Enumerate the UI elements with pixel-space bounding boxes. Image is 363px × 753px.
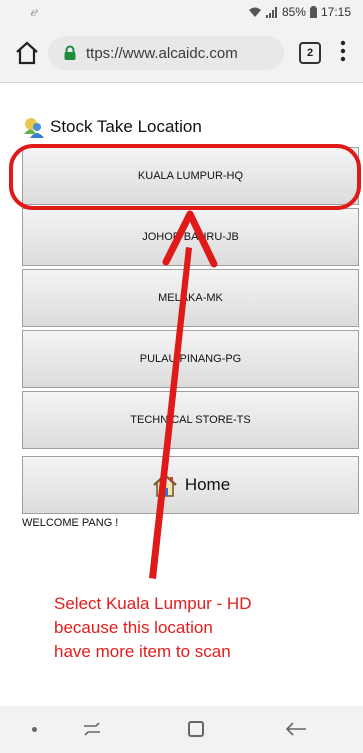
browser-toolbar: ttps://www.alcaidc.com 2 (0, 25, 363, 83)
status-notification-icon: ℯ (30, 5, 38, 19)
battery-percent: 85% (281, 5, 306, 19)
address-bar[interactable]: ttps://www.alcaidc.com (48, 36, 284, 70)
annotation-line: have more item to scan (54, 642, 231, 661)
annotation-note: Select Kuala Lumpur - HD because this lo… (54, 592, 324, 664)
page-title: Stock Take Location (22, 116, 202, 138)
users-icon (24, 118, 44, 138)
status-indicators: 85% 17:15 (248, 5, 351, 19)
overflow-menu-icon[interactable] (340, 39, 346, 63)
battery-icon (309, 6, 317, 18)
system-nav-bar (0, 706, 363, 753)
annotation-line: Select Kuala Lumpur - HD (54, 594, 252, 613)
clock: 17:15 (320, 5, 351, 19)
lock-icon (64, 45, 76, 60)
signal-icon (265, 6, 277, 18)
location-button-technical-store[interactable]: TECHNICAL STORE-TS (22, 391, 359, 449)
nav-dot-icon[interactable] (32, 727, 37, 732)
recent-apps-icon[interactable] (82, 720, 102, 738)
back-icon[interactable] (284, 720, 308, 738)
annotation-highlight (9, 144, 361, 210)
status-bar: ℯ 85% 17:15 (0, 0, 363, 25)
house-icon (153, 473, 177, 497)
page-title-text: Stock Take Location (50, 117, 202, 136)
welcome-message: WELCOME PANG ! (22, 517, 119, 529)
location-button-pulau-pinang[interactable]: PULAU PINANG-PG (22, 330, 359, 388)
location-button-johor-bahru[interactable]: JOHOR BAHRU-JB (22, 208, 359, 266)
tab-switcher-button[interactable]: 2 (299, 42, 321, 64)
url-text: ttps://www.alcaidc.com (86, 44, 238, 62)
home-button-label: Home (184, 475, 231, 494)
home-nav-icon[interactable] (188, 721, 204, 737)
home-button[interactable]: Home (22, 456, 359, 514)
location-button-melaka[interactable]: MELAKA-MK (22, 269, 359, 327)
wifi-icon (248, 7, 261, 17)
home-icon[interactable] (14, 41, 40, 65)
annotation-line: because this location (54, 618, 213, 637)
